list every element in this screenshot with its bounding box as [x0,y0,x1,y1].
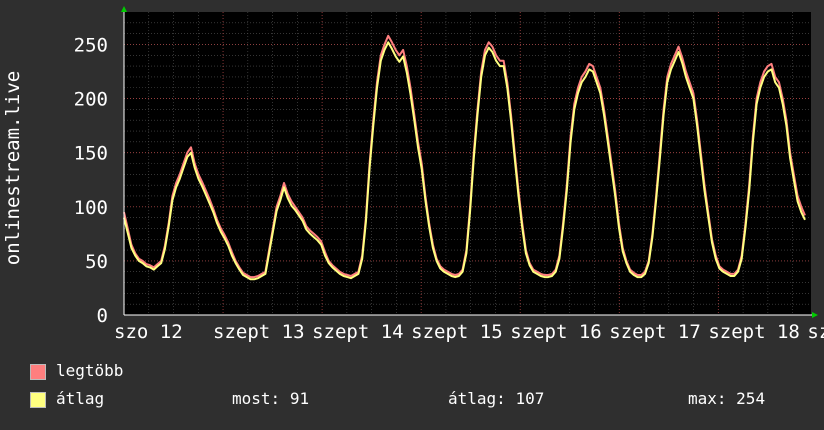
stat-max-label: max: [688,389,727,408]
x-axis-arrow [812,312,818,318]
x-tick-label: szo 12 [114,321,183,343]
legend-label-max: legtöbb [56,361,124,380]
stat-max-value: 254 [736,389,766,408]
stat-average-label: átlag: [448,389,506,408]
x-tick-label: szept 13 [213,321,305,343]
stat-max: max: 254 [688,389,765,408]
y-tick-label: 100 [74,197,108,219]
y-axis-label: onlinestream.live [2,71,24,265]
x-tick-label: szept 17 [609,321,701,343]
x-tick-label: szept 16 [510,321,602,343]
y-tick-labels: 0 50 100 150 200 250 [74,34,108,327]
legend-swatch-max [30,363,46,380]
y-tick-label: 0 [97,305,108,327]
x-tick-label: szept 15 [411,321,503,343]
y-tick-label: 200 [74,89,108,111]
stat-average-value: 107 [515,389,545,408]
x-tick-label: szept 18 [708,321,800,343]
legend-swatch-avg [30,391,46,408]
traffic-chart: 050100150200250 szo 12 szept 13 szept 14 sz… [2,6,824,343]
y-axis-arrow [121,6,127,12]
x-tick-label: szept [807,321,824,343]
stat-current: most: 91 [232,389,309,408]
legend-item-max: legtöbb [30,361,123,380]
stat-current-label: most: [232,389,281,408]
legend-item-avg: átlag [30,389,104,408]
stat-average: átlag: 107 [448,389,544,408]
stat-current-value: 91 [289,389,310,408]
y-tick-label: 150 [74,143,108,165]
x-tick-labels: szo 12 szept 13 szept 14 szept 15 szept 16 sz… [114,321,824,343]
y-tick-label: 250 [74,34,108,56]
legend-label-avg: átlag [56,389,105,408]
plot-area [124,12,811,315]
y-tick-label: 50 [85,251,108,273]
x-tick-label: szept 14 [312,321,404,343]
